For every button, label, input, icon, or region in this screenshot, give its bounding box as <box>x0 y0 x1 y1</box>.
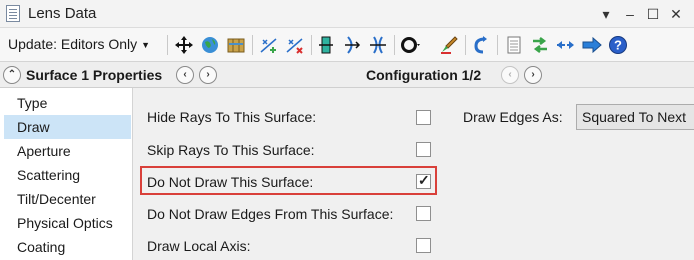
surface-properties-title: Surface 1 Properties <box>26 67 163 83</box>
remove-vertex-icon[interactable] <box>284 34 306 56</box>
blue-arrow-icon[interactable] <box>581 34 603 56</box>
draw-edges-as-select[interactable]: Squared To Next <box>576 104 694 130</box>
sidebar-item-coating[interactable]: Coating <box>4 235 131 259</box>
undo-arrow-icon[interactable] <box>470 34 492 56</box>
window-title: Lens Data <box>28 5 97 22</box>
sidebar-item-draw[interactable]: Draw <box>4 115 131 139</box>
move-icon[interactable] <box>173 34 195 56</box>
draw-edges-as-label: Draw Edges As: <box>463 109 563 125</box>
next-surface-button[interactable]: › <box>199 66 217 84</box>
previous-configuration-button[interactable]: ‹ <box>501 66 519 84</box>
globe-icon[interactable] <box>199 34 221 56</box>
document-icon[interactable] <box>503 34 525 56</box>
toolbar-separator <box>311 35 312 55</box>
do-not-draw-edges-checkbox[interactable] <box>416 206 431 221</box>
previous-surface-button[interactable]: ‹ <box>176 66 194 84</box>
draw-local-axis-label: Draw Local Axis: <box>147 238 251 254</box>
toolbar-separator <box>167 35 168 55</box>
dot-arrow-icon[interactable] <box>555 34 577 56</box>
do-not-draw-surface-label: Do Not Draw This Surface: <box>147 174 314 190</box>
toolbar-separator <box>465 35 466 55</box>
category-list: Type Draw Aperture Scattering Tilt/Decen… <box>0 88 132 260</box>
sidebar-item-physical-optics[interactable]: Physical Optics <box>4 211 131 235</box>
skip-rays-checkbox[interactable] <box>416 142 431 157</box>
hide-rays-checkbox[interactable] <box>416 110 431 125</box>
sidebar-item-aperture[interactable]: Aperture <box>4 139 131 163</box>
properties-header: ⌃ Surface 1 Properties ‹ › Configuration… <box>0 62 694 88</box>
dropdown-menu-button[interactable]: ▾ <box>596 4 616 24</box>
svg-text:?: ? <box>614 38 622 53</box>
hide-rays-label: Hide Rays To This Surface: <box>147 109 317 125</box>
toolbar-separator <box>252 35 253 55</box>
sidebar-item-scattering[interactable]: Scattering <box>4 163 131 187</box>
draw-local-axis-checkbox[interactable] <box>416 238 431 253</box>
configuration-label: Configuration 1/2 <box>366 67 482 83</box>
lens-element-icon[interactable] <box>315 34 337 56</box>
map-icon[interactable] <box>225 34 247 56</box>
toolbar: Update: Editors Only ▼ ? <box>0 28 694 62</box>
update-mode-dropdown[interactable]: Update: Editors Only ▼ <box>8 36 150 52</box>
sidebar-item-tilt-decenter[interactable]: Tilt/Decenter <box>4 187 131 211</box>
paint-brush-icon[interactable] <box>438 34 460 56</box>
help-icon[interactable]: ? <box>607 34 629 56</box>
minimize-button[interactable]: – <box>620 4 640 24</box>
double-arrow-icon[interactable] <box>529 34 551 56</box>
do-not-draw-edges-label: Do Not Draw Edges From This Surface: <box>147 206 394 222</box>
sidebar-item-type[interactable]: Type <box>4 91 131 115</box>
next-configuration-button[interactable]: › <box>524 66 542 84</box>
surface-flip-icon[interactable] <box>341 34 363 56</box>
title-bar: Lens Data ▾ – ☐ ✕ <box>0 0 694 28</box>
do-not-draw-surface-checkbox[interactable] <box>416 172 431 189</box>
skip-rays-label: Skip Rays To This Surface: <box>147 142 315 158</box>
ring-icon[interactable] <box>400 34 422 56</box>
collapse-icon[interactable]: ⌃ <box>3 66 21 84</box>
update-mode-label: Update: Editors Only <box>8 36 138 52</box>
document-icon <box>6 5 20 22</box>
surface-mirror-icon[interactable] <box>367 34 389 56</box>
toolbar-separator <box>394 35 395 55</box>
chevron-down-icon: ▼ <box>141 40 151 51</box>
maximize-button[interactable]: ☐ <box>643 4 663 24</box>
toolbar-separator <box>497 35 498 55</box>
close-button[interactable]: ✕ <box>666 4 686 24</box>
add-vertex-icon[interactable] <box>258 34 280 56</box>
